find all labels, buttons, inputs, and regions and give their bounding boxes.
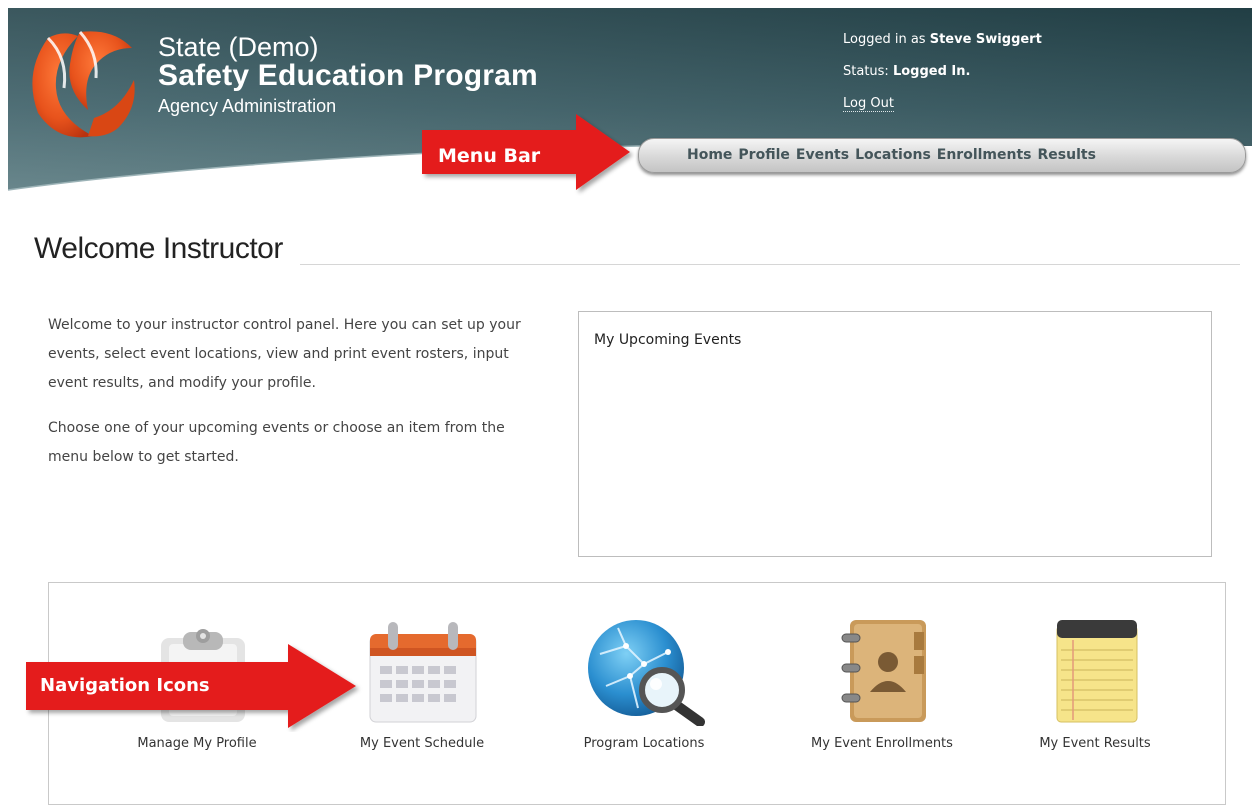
- intro-paragraph-1: Welcome to your instructor control panel…: [48, 317, 521, 391]
- status-line: Status: Logged In.: [843, 56, 1042, 88]
- menu-item-events[interactable]: Events: [796, 147, 849, 163]
- menu-bar: Home Profile Events Locations Enrollment…: [638, 138, 1246, 173]
- title-divider: [300, 264, 1240, 265]
- nav-event-enrollments[interactable]: My Event Enrollments: [782, 583, 982, 804]
- brand-program: Safety Education Program: [158, 59, 538, 92]
- brand-state: State (Demo): [158, 32, 319, 62]
- menu-item-locations[interactable]: Locations: [855, 147, 931, 163]
- nav-manage-profile-label: Manage My Profile: [137, 736, 257, 751]
- agency-logo: [32, 30, 135, 138]
- nav-event-results[interactable]: My Event Results: [995, 583, 1195, 804]
- upcoming-events-title: My Upcoming Events: [594, 332, 742, 348]
- nav-program-locations-label: Program Locations: [583, 736, 705, 751]
- brand-subtitle: Agency Administration: [158, 96, 337, 116]
- status-value: Logged In.: [892, 64, 971, 79]
- user-name: Steve Swiggert: [929, 32, 1042, 47]
- intro-text: Welcome to your instructor control panel…: [48, 311, 548, 488]
- address-book-icon: [841, 620, 926, 722]
- status-prefix: Status:: [843, 64, 889, 79]
- menu-item-enrollments[interactable]: Enrollments: [937, 147, 1032, 163]
- logged-in-prefix: Logged in as: [843, 32, 926, 47]
- logout-link[interactable]: Log Out: [843, 96, 894, 112]
- upcoming-events-panel: My Upcoming Events: [578, 311, 1212, 557]
- page-title: Welcome Instructor: [34, 232, 283, 265]
- globe-magnifier-icon: [588, 620, 705, 726]
- menu-item-results[interactable]: Results: [1038, 147, 1096, 163]
- nav-event-enrollments-label: My Event Enrollments: [811, 736, 953, 751]
- nav-event-results-label: My Event Results: [1039, 736, 1151, 751]
- intro-paragraph-2: Choose one of your upcoming events or ch…: [48, 420, 505, 465]
- menu-item-home[interactable]: Home: [687, 147, 732, 163]
- notepad-icon: [1056, 620, 1138, 723]
- calendar-icon: [369, 622, 477, 723]
- nav-event-schedule-label: My Event Schedule: [359, 736, 485, 751]
- nav-program-locations[interactable]: Program Locations: [544, 583, 744, 804]
- menu-item-profile[interactable]: Profile: [738, 147, 789, 163]
- user-info: Logged in as Steve Swiggert Status: Logg…: [843, 24, 1042, 120]
- logged-in-line: Logged in as Steve Swiggert: [843, 24, 1042, 56]
- navigation-icons-callout-label: Navigation Icons: [40, 675, 210, 696]
- menu-bar-callout-label: Menu Bar: [438, 145, 541, 167]
- menu-list: Home Profile Events Locations Enrollment…: [687, 147, 1102, 163]
